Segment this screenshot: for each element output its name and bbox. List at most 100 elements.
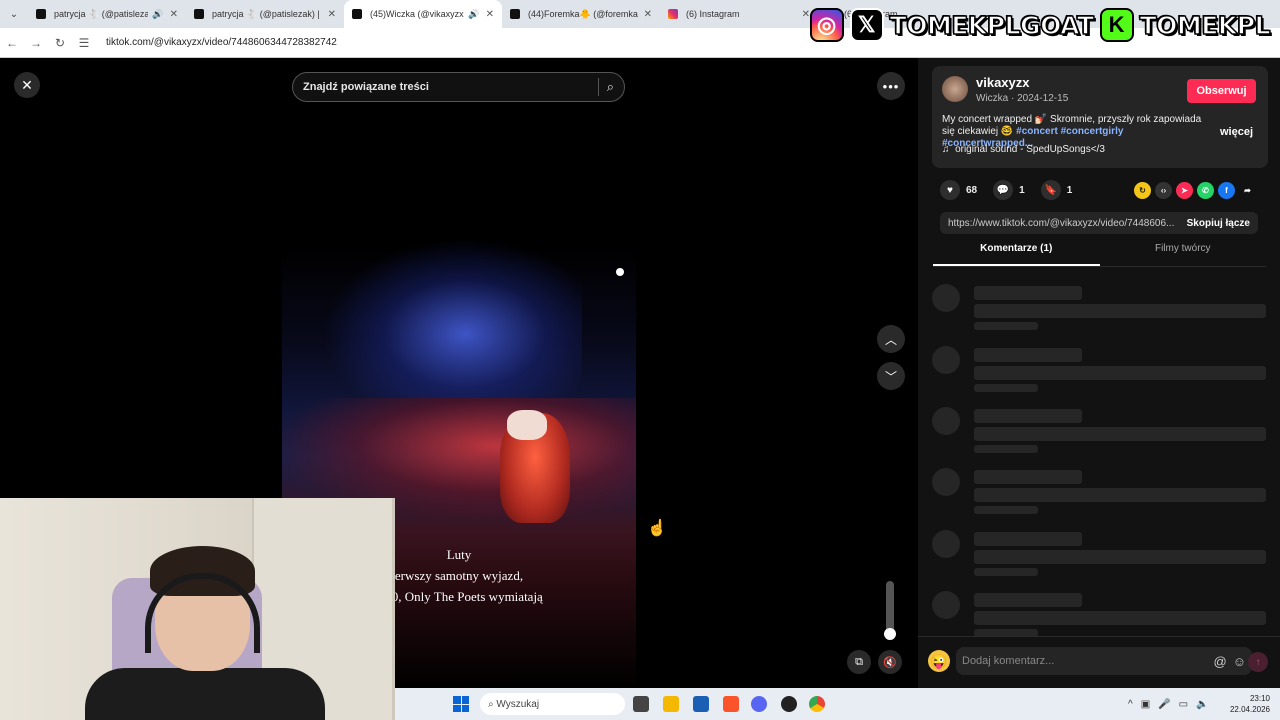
browser-tab-1[interactable]: patrycja 🐇 (@patislezak) p 🔊 ✕ bbox=[28, 0, 186, 28]
volume-icon[interactable]: 🔈 bbox=[1196, 699, 1208, 710]
tab-title: (44)Foremka🐥 (@foremkaaa bbox=[528, 8, 638, 19]
chevron-up-icon[interactable]: ︿ bbox=[877, 325, 905, 353]
taskbar-search-label: Wyszukaj bbox=[496, 698, 540, 710]
sound-link[interactable]: ♫ original sound - SpedUpSongs</3 bbox=[942, 144, 1105, 155]
brave-icon[interactable] bbox=[723, 696, 739, 712]
search-icon: ⌕ bbox=[488, 698, 494, 710]
url-field[interactable]: tiktok.com/@vikaxyzx/video/7448606344728… bbox=[106, 37, 337, 48]
forward-icon[interactable]: → bbox=[24, 36, 48, 50]
comment-input[interactable]: Dodaj komentarz... @ ☺ bbox=[956, 647, 1252, 675]
tiktok-icon bbox=[352, 9, 362, 19]
comment-skeleton bbox=[932, 346, 1266, 396]
send-icon[interactable]: ➤ bbox=[1176, 182, 1193, 199]
related-search-input[interactable]: Znajdź powiązane treści ⌕ bbox=[292, 72, 625, 102]
webcam-feed bbox=[0, 498, 395, 720]
engagement-bar: ♥ 68 💬 1 🔖 1 bbox=[940, 180, 1084, 200]
bookmark-icon[interactable]: 🔖 bbox=[1040, 180, 1061, 200]
avatar[interactable] bbox=[942, 76, 968, 102]
network-icon[interactable]: ▭ bbox=[1179, 699, 1188, 710]
comment-skeleton bbox=[932, 468, 1266, 518]
follow-button[interactable]: Obserwuj bbox=[1187, 79, 1256, 103]
save-count: 1 bbox=[1066, 184, 1073, 196]
search-icon[interactable]: ⌕ bbox=[607, 79, 614, 95]
heart-icon[interactable]: ♥ bbox=[940, 180, 960, 200]
kick-logo-icon: K bbox=[1099, 8, 1134, 42]
more-link[interactable]: więcej bbox=[1220, 126, 1253, 138]
share-link[interactable]: https://www.tiktok.com/@vikaxyzx/video/7… bbox=[948, 218, 1187, 229]
comment-skeleton bbox=[932, 530, 1266, 580]
instagram-logo-icon: ◎ bbox=[809, 8, 844, 42]
comment-composer: 😜 Dodaj komentarz... @ ☺ ↑ bbox=[918, 636, 1280, 688]
tiktok-icon bbox=[510, 9, 520, 19]
tab-search-chevron-icon[interactable]: ⌄ bbox=[0, 0, 28, 28]
browser-tab-3-active[interactable]: (45)Wiczka (@vikaxyzx) | Tik 🔊 ✕ bbox=[344, 0, 502, 28]
comment-skeleton bbox=[932, 591, 1266, 641]
site-info-icon[interactable]: ☰ bbox=[72, 36, 96, 50]
close-tab-icon[interactable]: ✕ bbox=[644, 9, 652, 20]
emoji-icon[interactable]: ☺ bbox=[1233, 654, 1246, 669]
close-tab-icon[interactable]: ✕ bbox=[328, 9, 336, 20]
chevron-up-icon[interactable]: ^ bbox=[1128, 699, 1133, 710]
copy-link-button[interactable]: Skopiuj łącze bbox=[1187, 218, 1250, 229]
whatsapp-icon[interactable]: ✆ bbox=[1197, 182, 1214, 199]
panel-tabs: Komentarze (1) Filmy twórcy bbox=[933, 243, 1266, 267]
chevron-down-icon[interactable]: ﹀ bbox=[877, 362, 905, 390]
tiktok-icon bbox=[36, 9, 46, 19]
app-tray-icon[interactable]: ▣ bbox=[1141, 699, 1150, 710]
back-icon[interactable]: ← bbox=[0, 36, 24, 50]
mention-icon[interactable]: @ bbox=[1214, 654, 1227, 669]
chrome-icon[interactable] bbox=[809, 696, 825, 712]
tab-title: (45)Wiczka (@vikaxyzx) | Tik bbox=[370, 9, 465, 19]
sound-name: original sound - SpedUpSongs</3 bbox=[955, 144, 1105, 155]
system-tray: ^ ▣ 🎤 ▭ 🔈 bbox=[1128, 688, 1209, 720]
divider bbox=[597, 78, 599, 96]
clock-date: 22.04.2026 bbox=[1229, 705, 1270, 714]
microphone-icon[interactable]: 🎤 bbox=[1158, 699, 1170, 710]
clock[interactable]: 23:10 22.04.2026 bbox=[1230, 693, 1270, 715]
overlay-handle-2: TOMEKPL bbox=[1139, 10, 1271, 41]
windows-start-icon[interactable] bbox=[453, 696, 469, 712]
embed-icon[interactable]: ‹› bbox=[1155, 182, 1172, 199]
task-view-icon[interactable] bbox=[633, 696, 649, 712]
share-arrow-icon[interactable]: ➦ bbox=[1239, 182, 1256, 199]
tab-comments[interactable]: Komentarze (1) bbox=[933, 243, 1100, 266]
reload-icon[interactable]: ↻ bbox=[48, 36, 72, 50]
hair-bow bbox=[507, 410, 547, 440]
more-options-icon[interactable]: ••• bbox=[877, 72, 905, 100]
speaker-icon[interactable]: 🔊 bbox=[152, 9, 163, 20]
file-explorer-icon[interactable] bbox=[663, 696, 679, 712]
floating-player-icon[interactable]: ⧉ bbox=[847, 650, 871, 674]
comment-skeleton bbox=[932, 284, 1266, 334]
user-emoji-avatar: 😜 bbox=[928, 650, 950, 672]
tab-title: patrycja 🐇 (@patislezak) | TikT bbox=[212, 8, 322, 19]
send-comment-icon[interactable]: ↑ bbox=[1248, 652, 1268, 672]
tab-creator-videos[interactable]: Filmy twórcy bbox=[1100, 243, 1267, 266]
store-icon[interactable] bbox=[693, 696, 709, 712]
volume-slider[interactable] bbox=[884, 581, 896, 640]
browser-tab-5[interactable]: (6) Instagram ✕ bbox=[660, 0, 818, 28]
obs-icon[interactable] bbox=[781, 696, 797, 712]
close-tab-icon[interactable]: ✕ bbox=[486, 9, 494, 20]
facebook-icon[interactable]: f bbox=[1218, 182, 1235, 199]
username[interactable]: vikaxyzx bbox=[976, 75, 1030, 90]
comment-icon[interactable]: 💬 bbox=[993, 180, 1014, 200]
discord-icon[interactable] bbox=[751, 696, 767, 712]
stage-lights bbox=[322, 238, 582, 398]
browser-tab-4[interactable]: (44)Foremka🐥 (@foremkaaa ✕ bbox=[502, 0, 660, 28]
share-icons: ↻ ‹› ➤ ✆ f ➦ bbox=[1134, 182, 1256, 199]
close-tab-icon[interactable]: ✕ bbox=[170, 9, 178, 20]
mute-icon[interactable]: 🔇 bbox=[878, 650, 902, 674]
comment-skeleton bbox=[932, 407, 1266, 457]
instagram-icon bbox=[668, 9, 678, 19]
browser-tab-2[interactable]: patrycja 🐇 (@patislezak) | TikT ✕ bbox=[186, 0, 344, 28]
shirt bbox=[85, 668, 325, 720]
tiktok-icon bbox=[194, 9, 204, 19]
tab-title: patrycja 🐇 (@patislezak) p bbox=[54, 8, 149, 19]
streamer-overlay: ◎ 𝕏 TOMEKPLGOAT K TOMEKPL bbox=[809, 8, 1271, 42]
speaker-icon[interactable]: 🔊 bbox=[468, 9, 479, 20]
repost-icon[interactable]: ↻ bbox=[1134, 182, 1151, 199]
volume-knob[interactable] bbox=[884, 628, 896, 640]
close-icon[interactable]: ✕ bbox=[14, 72, 40, 98]
taskbar-search[interactable]: ⌕ Wyszukaj bbox=[480, 693, 625, 715]
clock-time: 23:10 bbox=[1249, 694, 1270, 703]
